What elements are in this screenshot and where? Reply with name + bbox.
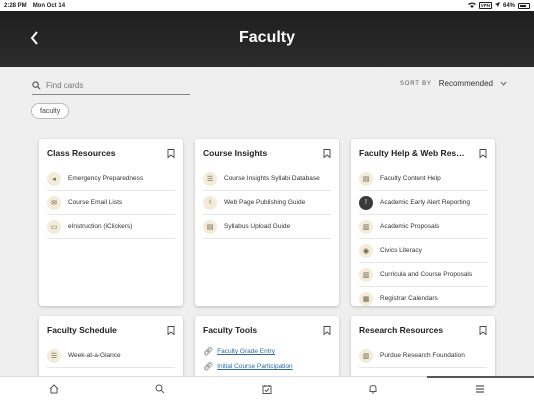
card-title: Faculty Help & Web Res… bbox=[359, 148, 465, 158]
list-item[interactable]: ▥ Purdue Research Foundation bbox=[359, 344, 487, 368]
list-item[interactable]: ▥ Academic Proposals bbox=[359, 215, 487, 239]
item-label: Academic Early Alert Reporting bbox=[380, 199, 470, 206]
item-label: Faculty Content Help bbox=[380, 175, 441, 182]
tab-home[interactable] bbox=[47, 382, 61, 396]
list-item[interactable]: ▤ Faculty Content Help bbox=[359, 167, 487, 191]
vpn-badge: VPN bbox=[478, 2, 492, 9]
card-title: Faculty Schedule bbox=[47, 325, 117, 335]
card-title: Course Insights bbox=[203, 148, 268, 158]
card-class-resources: Class Resources ◂ Emergency Preparedness… bbox=[39, 139, 183, 306]
sort-dropdown[interactable]: SORT BY Recommended bbox=[400, 79, 507, 88]
bookmark-icon[interactable] bbox=[323, 325, 331, 335]
list-item[interactable]: ! Academic Early Alert Reporting bbox=[359, 191, 487, 215]
item-label: Curricula and Course Proposals bbox=[380, 271, 473, 278]
list-item[interactable]: ▥ Curricula and Course Proposals bbox=[359, 263, 487, 287]
card-title: Class Resources bbox=[47, 148, 116, 158]
bookmark-icon[interactable] bbox=[167, 148, 175, 158]
list-item[interactable]: i Web Page Publishing Guide bbox=[203, 191, 331, 215]
calendar-check-icon bbox=[262, 385, 272, 394]
item-label: Registrar Calendars bbox=[380, 295, 438, 302]
item-label: Emergency Preparedness bbox=[68, 175, 144, 182]
info-icon: i bbox=[203, 195, 217, 210]
page-title: Faculty bbox=[238, 29, 295, 46]
status-bar: 2:28 PM Mon Oct 14 VPN 64% bbox=[0, 0, 534, 11]
sort-value: Recommended bbox=[438, 79, 493, 88]
link-item[interactable]: 🔗︎ Faculty Grade Entry bbox=[203, 344, 331, 359]
link-label[interactable]: Initial Course Participation bbox=[217, 363, 293, 370]
item-label: Week-at-a-Glance bbox=[68, 352, 121, 359]
sort-label: SORT BY bbox=[400, 80, 432, 87]
list-icon: ☰ bbox=[203, 171, 217, 186]
tab-menu[interactable] bbox=[473, 382, 487, 396]
link-icon: 🔗︎ bbox=[203, 347, 214, 356]
item-label: Course Email Lists bbox=[68, 199, 123, 206]
item-label: Purdue Research Foundation bbox=[380, 352, 465, 359]
envelope-icon: ✉ bbox=[47, 195, 61, 210]
list-item[interactable]: ◂ Emergency Preparedness bbox=[47, 167, 175, 191]
battery-icon bbox=[518, 2, 530, 9]
bookmark-icon[interactable] bbox=[323, 148, 331, 158]
search-icon bbox=[32, 81, 41, 90]
filter-chip[interactable]: faculty bbox=[31, 103, 70, 119]
tab-notifications[interactable] bbox=[366, 382, 380, 396]
chat-icon: ◉ bbox=[359, 243, 373, 258]
card-faculty-schedule: Faculty Schedule ☰ Week-at-a-Glance bbox=[39, 316, 183, 378]
wifi-icon bbox=[467, 2, 476, 10]
card-course-insights: Course Insights ☰ Course Insights Syllab… bbox=[195, 139, 339, 306]
alert-icon: ! bbox=[359, 195, 373, 210]
document-icon: ▤ bbox=[203, 219, 217, 234]
status-indicators: VPN 64% bbox=[467, 2, 530, 10]
bookmark-icon[interactable] bbox=[479, 148, 487, 158]
tab-search[interactable] bbox=[153, 382, 167, 396]
clipboard-icon: ▥ bbox=[359, 348, 373, 363]
link-label[interactable]: Faculty Grade Entry bbox=[217, 348, 275, 355]
item-label: eInstruction (iClickers) bbox=[68, 223, 133, 230]
status-time: 2:28 PM bbox=[4, 2, 27, 9]
link-item[interactable]: 🔗︎ Initial Course Participation bbox=[203, 359, 331, 374]
list-item[interactable]: ▤ Syllabus Upload Guide bbox=[203, 215, 331, 239]
item-label: Academic Proposals bbox=[380, 223, 440, 230]
home-indicator bbox=[427, 376, 534, 378]
list-item[interactable]: ☰ Course Insights Syllabi Database bbox=[203, 167, 331, 191]
page-header: Faculty bbox=[0, 11, 534, 67]
location-icon bbox=[494, 2, 500, 9]
list-item[interactable]: ◉ Civics Literacy bbox=[359, 239, 487, 263]
list-item[interactable]: ☰ Week-at-a-Glance bbox=[47, 344, 175, 368]
card-title: Research Resources bbox=[359, 325, 444, 335]
list-icon: ☰ bbox=[47, 348, 61, 363]
tab-calendar[interactable] bbox=[260, 382, 274, 396]
monitor-icon: ▭ bbox=[47, 219, 61, 234]
document-icon: ▤ bbox=[359, 171, 373, 186]
item-label: Syllabus Upload Guide bbox=[224, 223, 291, 230]
card-faculty-tools: Faculty Tools 🔗︎ Faculty Grade Entry 🔗︎ … bbox=[195, 316, 339, 378]
card-title: Faculty Tools bbox=[203, 325, 258, 335]
search-icon bbox=[155, 384, 165, 394]
megaphone-icon: ◂ bbox=[47, 171, 61, 186]
bookmark-icon[interactable] bbox=[167, 325, 175, 335]
menu-icon bbox=[476, 385, 484, 393]
search-input[interactable] bbox=[46, 81, 176, 90]
link-icon: 🔗︎ bbox=[203, 362, 214, 371]
list-item[interactable]: ▦ Registrar Calendars bbox=[359, 287, 487, 306]
status-date: Mon Oct 14 bbox=[32, 2, 66, 9]
bookmark-icon[interactable] bbox=[479, 325, 487, 335]
calendar-icon: ▦ bbox=[359, 291, 373, 306]
bottom-tab-bar bbox=[0, 376, 534, 400]
battery-percent: 64% bbox=[502, 2, 515, 9]
list-item[interactable]: ✉ Course Email Lists bbox=[47, 191, 175, 215]
clipboard-icon: ▥ bbox=[359, 219, 373, 234]
item-label: Web Page Publishing Guide bbox=[224, 199, 306, 206]
search-bar[interactable] bbox=[32, 77, 190, 95]
item-label: Course Insights Syllabi Database bbox=[224, 175, 320, 182]
card-faculty-help: Faculty Help & Web Res… ▤ Faculty Conten… bbox=[351, 139, 495, 306]
bell-icon bbox=[369, 384, 377, 394]
list-item[interactable]: ▭ eInstruction (iClickers) bbox=[47, 215, 175, 239]
clipboard-icon: ▥ bbox=[359, 267, 373, 282]
card-research-resources: Research Resources ▥ Purdue Research Fou… bbox=[351, 316, 495, 378]
item-label: Civics Literacy bbox=[380, 247, 422, 254]
home-icon bbox=[49, 384, 59, 394]
chevron-down-icon bbox=[500, 81, 507, 86]
